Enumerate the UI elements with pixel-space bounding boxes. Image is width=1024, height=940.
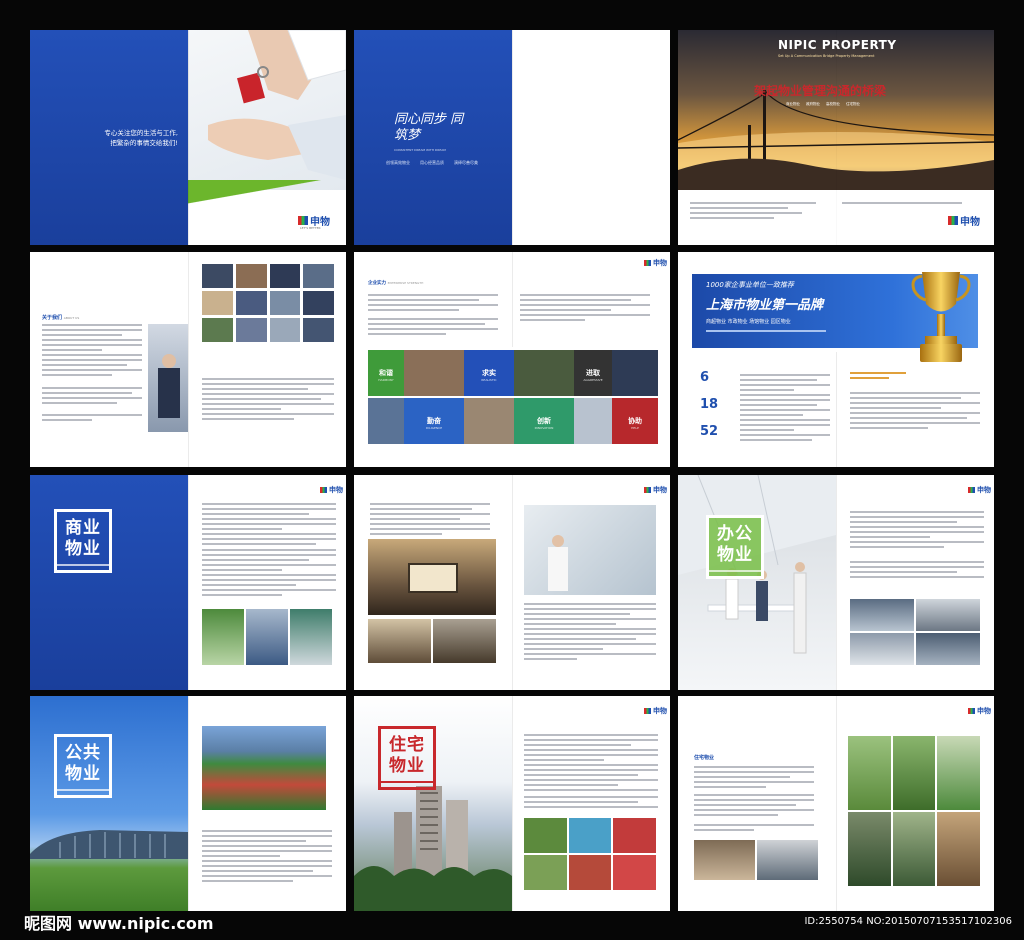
value-tile: 协助 HELP: [612, 398, 658, 444]
value-tile: 创新 INNOVATION: [514, 398, 574, 444]
stamp-office: 办公 物业: [706, 515, 764, 579]
team-photo-grid: [202, 264, 334, 342]
cover-slogan-line1: 专心关注您的生活与工作,: [104, 129, 178, 137]
strength-heading: 企业实力 ENTERPRISE STRENGTH: [368, 281, 424, 286]
spread-mall: 申物: [354, 475, 670, 690]
spread-calligraphy: 同心同步 同筑梦 CONSISTENT DREAM WITH DREAM 创领高…: [354, 30, 670, 245]
stamp-residential: 住宅 物业: [378, 726, 436, 790]
tag-item: 高校物业: [826, 102, 840, 106]
tag-item: 政府物业: [806, 102, 820, 106]
logo-mark-icon: [644, 708, 651, 714]
spread-bridge: NIPIC PROPERTY Set Up A Communication Br…: [678, 30, 994, 245]
logo-mark-icon: [968, 487, 975, 493]
spread-residential: 住宅 物业 申物: [354, 696, 670, 911]
cover-slogan-line2: 把繁杂的事情交给我们!: [110, 139, 178, 147]
spread-commercial: 商业 物业 申物: [30, 475, 346, 690]
mall-photo: [368, 539, 496, 615]
watermark-id: ID:2550754 NO:20150707153517102306: [804, 916, 1012, 927]
brand-logo: 申物: [644, 258, 667, 268]
garden-photo-grid: [524, 818, 656, 890]
mall-small-photos: [368, 619, 496, 663]
watermark-site: 昵图网 www.nipic.com: [24, 914, 214, 933]
stamp-commercial: 商业 物业: [54, 509, 112, 573]
residential-heading: 住宅物业: [694, 755, 715, 761]
trophy-icon: [911, 272, 971, 362]
stamp-public: 公共 物业: [54, 734, 112, 798]
property-subtitle-en: Set Up A Communication Bridge Property M…: [778, 54, 875, 58]
logo-mark-icon: [968, 708, 975, 714]
brand-logo: 申物: [968, 706, 991, 716]
banner-sub-text: 商超物业 市政物业 场馆物业 园区物业: [706, 319, 791, 325]
slogan-item: 用心经营品质: [420, 160, 444, 165]
spread-enterprise-strength: 企业实力 ENTERPRISE STRENGTH 申物 和谐 HARMONY 求实…: [354, 252, 670, 467]
value-tile: 和谐 HARMONY: [368, 350, 404, 396]
office-worker-photo: [524, 505, 656, 595]
stat-number: 18: [700, 397, 719, 412]
commercial-photo-row: [202, 609, 332, 665]
values-mosaic: 和谐 HARMONY 求实 REALISTIC 进取 AGGRESSIVE 勤奋 DIL…: [368, 350, 658, 444]
stats-column: 6 18 52: [700, 370, 740, 439]
slogan-row: 创领高效物业 用心经营品质 演绎尽善尽美: [386, 160, 478, 166]
brand-logo: 申物: [320, 485, 343, 495]
value-tile: 求实 REALISTIC: [464, 350, 514, 396]
office-scene-photo: [678, 475, 836, 654]
tag-row: 商业物业 政府物业 高校物业 住宅物业: [786, 102, 860, 107]
spread-public: 公共 物业: [30, 696, 346, 911]
slogan-item: 创领高效物业: [386, 160, 410, 165]
logo-mark-icon: [298, 216, 308, 225]
residential-small-photos: [694, 840, 818, 880]
tag-item: 商业物业: [786, 102, 800, 106]
spread-residential-detail: 申物 住宅物业: [678, 696, 994, 911]
office-photo-grid: [850, 599, 980, 665]
apartment-towers-photo: [354, 786, 512, 911]
spread-about-us: 关于我们 ABOUT US: [30, 252, 346, 467]
calligraphy-subtitle-en: CONSISTENT DREAM WITH DREAM: [394, 148, 446, 152]
tag-item: 住宅物业: [846, 102, 860, 106]
about-heading: 关于我们 ABOUT US: [42, 315, 80, 321]
value-tile: 进取 AGGRESSIVE: [574, 350, 612, 396]
banner-top-text: 1000家企事业单位一致推荐: [706, 281, 794, 289]
property-title-en: NIPIC PROPERTY: [778, 38, 897, 52]
logo-mark-icon: [644, 260, 651, 266]
calligraphy-title: 同心同步 同筑梦: [394, 112, 464, 143]
brand-logo: 申物: [644, 485, 667, 495]
stadium-photo: [202, 726, 326, 810]
hand-with-keys-photo: [208, 30, 346, 180]
logo-mark-icon: [320, 487, 327, 493]
brand-tagline: LET'S BETTER: [300, 226, 321, 230]
stat-number: 6: [700, 370, 710, 385]
guard-photo: [148, 324, 188, 432]
brand-logo: 申物: [968, 485, 991, 495]
stadium-building-photo: [30, 830, 188, 859]
logo-mark-icon: [644, 487, 651, 493]
bridge-headline: 架起物业管理沟通的桥梁: [754, 84, 887, 98]
slogan-item: 演绎尽善尽美: [454, 160, 478, 165]
residential-large-photos: [848, 736, 980, 886]
stat-number: 52: [700, 424, 719, 439]
banner-main-text: 上海市物业第一品牌: [706, 298, 824, 313]
spread-office: 办公 物业 申物: [678, 475, 994, 690]
spread-first-brand: 1000家企事业单位一致推荐 上海市物业第一品牌 商超物业 市政物业 场馆物业 …: [678, 252, 994, 467]
brand-logo: 申物: [948, 213, 980, 228]
spread-cover-keys: 专心关注您的生活与工作, 把繁杂的事情交给我们! 申物 LET'S BETTER: [30, 30, 346, 245]
logo-mark-icon: [948, 216, 958, 225]
brochure-mockup-canvas: 专心关注您的生活与工作, 把繁杂的事情交给我们! 申物 LET'S BETTER…: [0, 0, 1024, 940]
value-tile: 勤奋 DILIGENCE: [404, 398, 464, 444]
brand-logo: 申物: [644, 706, 667, 716]
